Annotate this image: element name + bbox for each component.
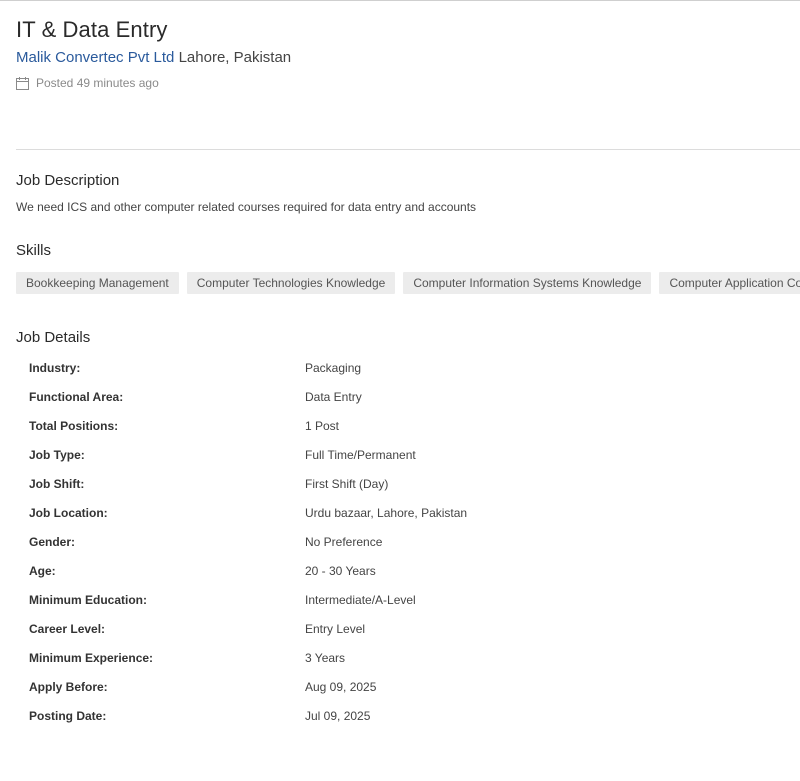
company-location: Lahore, Pakistan — [178, 49, 292, 66]
detail-row-age: Age: 20 - 30 Years — [29, 564, 789, 593]
detail-label: Minimum Education: — [29, 593, 147, 607]
detail-label: Job Shift: — [29, 477, 85, 491]
job-detail-page: IT & Data Entry Malik Convertec Pvt Ltd … — [0, 0, 800, 781]
job-title: IT & Data Entry — [16, 17, 168, 42]
job-details-heading: Job Details — [16, 329, 91, 346]
posted-time: Posted 49 minutes ago — [36, 76, 159, 90]
detail-row-job-type: Job Type: Full Time/Permanent — [29, 448, 789, 477]
detail-label: Job Location: — [29, 506, 108, 520]
detail-row-total-positions: Total Positions: 1 Post — [29, 419, 789, 448]
detail-value: 20 - 30 Years — [305, 564, 376, 578]
detail-row-job-shift: Job Shift: First Shift (Day) — [29, 477, 789, 506]
section-divider — [16, 149, 800, 150]
skill-chip[interactable]: Bookkeeping Management — [16, 272, 179, 294]
detail-row-minimum-education: Minimum Education: Intermediate/A-Level — [29, 593, 789, 622]
company-link[interactable]: Malik Convertec Pvt Ltd — [16, 49, 174, 66]
job-description-text: We need ICS and other computer related c… — [16, 200, 477, 214]
calendar-icon — [16, 76, 29, 90]
detail-label: Industry: — [29, 361, 81, 375]
detail-row-job-location: Job Location: Urdu bazaar, Lahore, Pakis… — [29, 506, 789, 535]
detail-value: Entry Level — [305, 622, 366, 636]
detail-value: Jul 09, 2025 — [305, 709, 371, 723]
detail-value: Aug 09, 2025 — [305, 680, 377, 694]
detail-value: Packaging — [305, 361, 362, 375]
detail-value: No Preference — [305, 535, 383, 549]
job-details-list: Industry: Packaging Functional Area: Dat… — [29, 361, 789, 738]
detail-row-industry: Industry: Packaging — [29, 361, 789, 390]
detail-row-gender: Gender: No Preference — [29, 535, 789, 564]
skill-chip[interactable]: Computer Application Command — [659, 272, 800, 294]
detail-row-posting-date: Posting Date: Jul 09, 2025 — [29, 709, 789, 738]
detail-label: Posting Date: — [29, 709, 107, 723]
posted-info: Posted 49 minutes ago — [16, 76, 159, 90]
detail-label: Minimum Experience: — [29, 651, 154, 665]
skill-chip[interactable]: Computer Information Systems Knowledge — [403, 272, 652, 294]
detail-row-career-level: Career Level: Entry Level — [29, 622, 789, 651]
skill-chip[interactable]: Computer Technologies Knowledge — [186, 272, 396, 294]
detail-label: Total Positions: — [29, 419, 119, 433]
detail-label: Age: — [29, 564, 56, 578]
detail-row-apply-before: Apply Before: Aug 09, 2025 — [29, 680, 789, 709]
detail-value: Intermediate/A-Level — [305, 593, 416, 607]
company-line: Malik Convertec Pvt Ltd Lahore, Pakistan — [16, 49, 291, 66]
job-description-heading: Job Description — [16, 172, 120, 189]
detail-value: First Shift (Day) — [305, 477, 389, 491]
detail-value: Data Entry — [305, 390, 362, 404]
detail-value: Full Time/Permanent — [305, 448, 416, 462]
skills-list: Bookkeeping Management Computer Technolo… — [16, 272, 800, 294]
skills-heading: Skills — [16, 242, 52, 259]
detail-value: Urdu bazaar, Lahore, Pakistan — [305, 506, 468, 520]
detail-row-minimum-experience: Minimum Experience: 3 Years — [29, 651, 789, 680]
detail-label: Job Type: — [29, 448, 85, 462]
detail-label: Gender: — [29, 535, 76, 549]
detail-row-functional-area: Functional Area: Data Entry — [29, 390, 789, 419]
detail-label: Apply Before: — [29, 680, 108, 694]
detail-label: Career Level: — [29, 622, 106, 636]
detail-value: 3 Years — [305, 651, 346, 665]
detail-value: 1 Post — [305, 419, 340, 433]
detail-label: Functional Area: — [29, 390, 124, 404]
